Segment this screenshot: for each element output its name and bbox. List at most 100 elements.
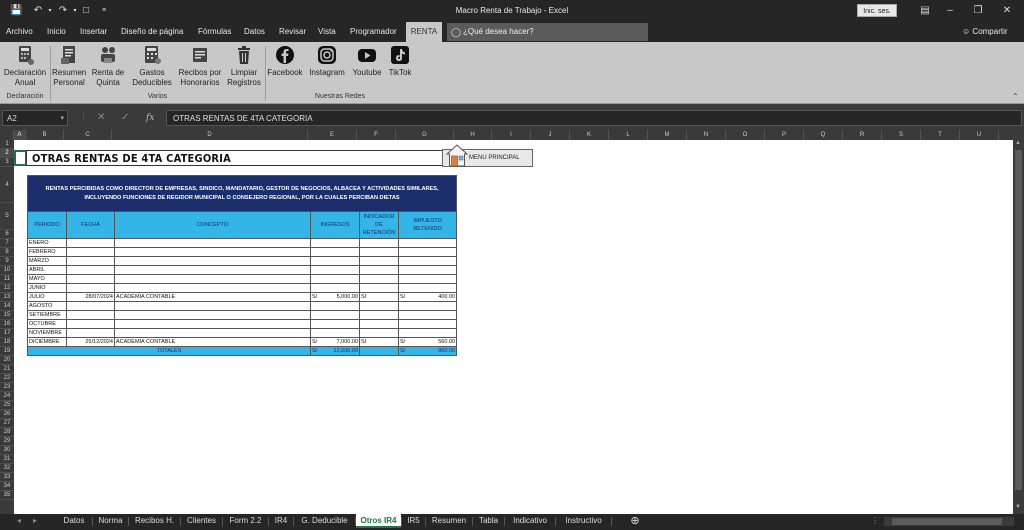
- sheet-tab[interactable]: IR4: [269, 514, 293, 528]
- fecha-cell[interactable]: 25/12/2024: [66, 337, 115, 347]
- ingresos-cell[interactable]: [310, 328, 360, 338]
- indicador-cell[interactable]: [359, 283, 399, 293]
- cancel-icon[interactable]: ✕: [97, 110, 105, 126]
- indicador-cell[interactable]: [359, 328, 399, 338]
- column-header[interactable]: M: [648, 130, 687, 140]
- insert-function-icon[interactable]: fx: [146, 110, 154, 126]
- row-header[interactable]: 13: [0, 293, 14, 302]
- vertical-scrollbar[interactable]: ▲ ▼: [1013, 140, 1024, 514]
- periodo-cell[interactable]: MARZO: [27, 256, 67, 266]
- indicador-cell[interactable]: [359, 265, 399, 275]
- row-header[interactable]: 27: [0, 419, 14, 428]
- row-header[interactable]: 1: [0, 140, 14, 149]
- home-icon[interactable]: [446, 143, 468, 167]
- resumen-personal-button[interactable]: Resumen Personal: [52, 44, 86, 88]
- sheet-tab[interactable]: Resumen: [426, 514, 472, 528]
- row-header[interactable]: 31: [0, 455, 14, 464]
- row-header[interactable]: 7: [0, 239, 14, 248]
- tab-vista[interactable]: Vista: [318, 22, 336, 42]
- row-header[interactable]: 22: [0, 374, 14, 383]
- scroll-thumb[interactable]: [1015, 150, 1022, 490]
- fecha-cell[interactable]: [66, 256, 115, 266]
- tab-scroll-left-icon[interactable]: ◂: [14, 514, 24, 528]
- tab-diseno-pagina[interactable]: Diseño de página: [121, 22, 183, 42]
- row-header[interactable]: 17: [0, 329, 14, 338]
- limpiar-registros-button[interactable]: Limpiar Registros: [225, 44, 263, 88]
- fecha-cell[interactable]: [66, 238, 115, 248]
- row-header[interactable]: 32: [0, 464, 14, 473]
- enter-check-icon[interactable]: ✓: [121, 110, 129, 126]
- row-header[interactable]: 15: [0, 311, 14, 320]
- totals-indicador[interactable]: [359, 346, 399, 356]
- formula-input[interactable]: OTRAS RENTAS DE 4TA CATEGORIA: [166, 110, 1022, 126]
- column-header[interactable]: S: [882, 130, 921, 140]
- column-header[interactable]: K: [570, 130, 609, 140]
- tab-scroll-right-icon[interactable]: ▸: [30, 514, 40, 528]
- row-header[interactable]: 33: [0, 473, 14, 482]
- sheet-tab[interactable]: Tabla: [473, 514, 504, 528]
- fecha-cell[interactable]: [66, 328, 115, 338]
- tab-datos[interactable]: Datos: [244, 22, 265, 42]
- column-header[interactable]: L: [609, 130, 648, 140]
- indicador-cell[interactable]: [359, 238, 399, 248]
- impuesto-cell[interactable]: [397, 274, 458, 284]
- periodo-cell[interactable]: JUNIO: [27, 283, 67, 293]
- ingresos-cell[interactable]: [310, 283, 360, 293]
- signin-button[interactable]: Inic. ses.: [857, 4, 897, 17]
- ingresos-cell[interactable]: [310, 256, 360, 266]
- column-header[interactable]: J: [531, 130, 570, 140]
- column-header[interactable]: T: [921, 130, 960, 140]
- row-header[interactable]: 19: [0, 347, 14, 356]
- tab-formulas[interactable]: Fórmulas: [198, 22, 231, 42]
- row-header[interactable]: 23: [0, 383, 14, 392]
- minimize-icon[interactable]: –: [940, 3, 960, 19]
- periodo-cell[interactable]: SETIEMBRE: [27, 310, 67, 320]
- recibos-honorarios-button[interactable]: Recibos por Honorarios: [177, 44, 223, 88]
- impuesto-cell[interactable]: [397, 247, 458, 257]
- periodo-cell[interactable]: JULIO: [27, 292, 67, 302]
- concepto-cell[interactable]: [114, 319, 311, 329]
- row-header[interactable]: 3: [0, 158, 14, 167]
- row-header[interactable]: 14: [0, 302, 14, 311]
- periodo-cell[interactable]: OCTUBRE: [27, 319, 67, 329]
- column-header[interactable]: P: [765, 130, 804, 140]
- row-header[interactable]: 4: [0, 167, 14, 203]
- impuesto-cell[interactable]: [397, 265, 458, 275]
- row-header[interactable]: 25: [0, 401, 14, 410]
- periodo-cell[interactable]: ENERO: [27, 238, 67, 248]
- totals-ingresos[interactable]: S/12,000.00: [310, 346, 360, 356]
- fecha-cell[interactable]: 28/07/2024: [66, 292, 115, 302]
- sheet-tab[interactable]: G. Deducible: [294, 514, 355, 528]
- concepto-cell[interactable]: ACADEMIA CONTABLE: [114, 292, 311, 302]
- periodo-cell[interactable]: MAYO: [27, 274, 67, 284]
- horizontal-scrollbar[interactable]: [884, 517, 1014, 526]
- instagram-button[interactable]: Instagram: [307, 44, 347, 78]
- impuesto-cell[interactable]: [397, 301, 458, 311]
- concepto-cell[interactable]: [114, 301, 311, 311]
- tiktok-button[interactable]: TikTok: [387, 44, 413, 78]
- column-header[interactable]: B: [26, 130, 64, 140]
- indicador-cell[interactable]: [359, 256, 399, 266]
- ingresos-cell[interactable]: [310, 238, 360, 248]
- row-header[interactable]: 29: [0, 437, 14, 446]
- ingresos-cell[interactable]: [310, 274, 360, 284]
- indicador-cell[interactable]: [359, 247, 399, 257]
- worksheet-grid[interactable]: OTRAS RENTAS DE 4TA CATEGORIA MENU PRINC…: [14, 140, 1013, 514]
- fecha-cell[interactable]: [66, 265, 115, 275]
- tell-me-search[interactable]: ◯ ¿Qué desea hacer?: [447, 23, 648, 41]
- scroll-up-icon[interactable]: ▲: [1015, 140, 1021, 146]
- ingresos-cell[interactable]: [310, 319, 360, 329]
- concepto-cell[interactable]: [114, 310, 311, 320]
- renta-quinta-button[interactable]: Renta de Quinta: [89, 44, 127, 88]
- periodo-cell[interactable]: FEBRERO: [27, 247, 67, 257]
- indicador-cell[interactable]: [359, 319, 399, 329]
- tab-inicio[interactable]: Inicio: [47, 22, 66, 42]
- fecha-cell[interactable]: [66, 301, 115, 311]
- indicador-cell[interactable]: SI: [359, 337, 399, 347]
- ingresos-cell[interactable]: [310, 301, 360, 311]
- sheet-tab[interactable]: Datos: [56, 514, 92, 528]
- row-header[interactable]: 24: [0, 392, 14, 401]
- ribbon-display-icon[interactable]: ▤: [915, 3, 935, 19]
- row-header[interactable]: 6: [0, 230, 14, 239]
- fecha-cell[interactable]: [66, 274, 115, 284]
